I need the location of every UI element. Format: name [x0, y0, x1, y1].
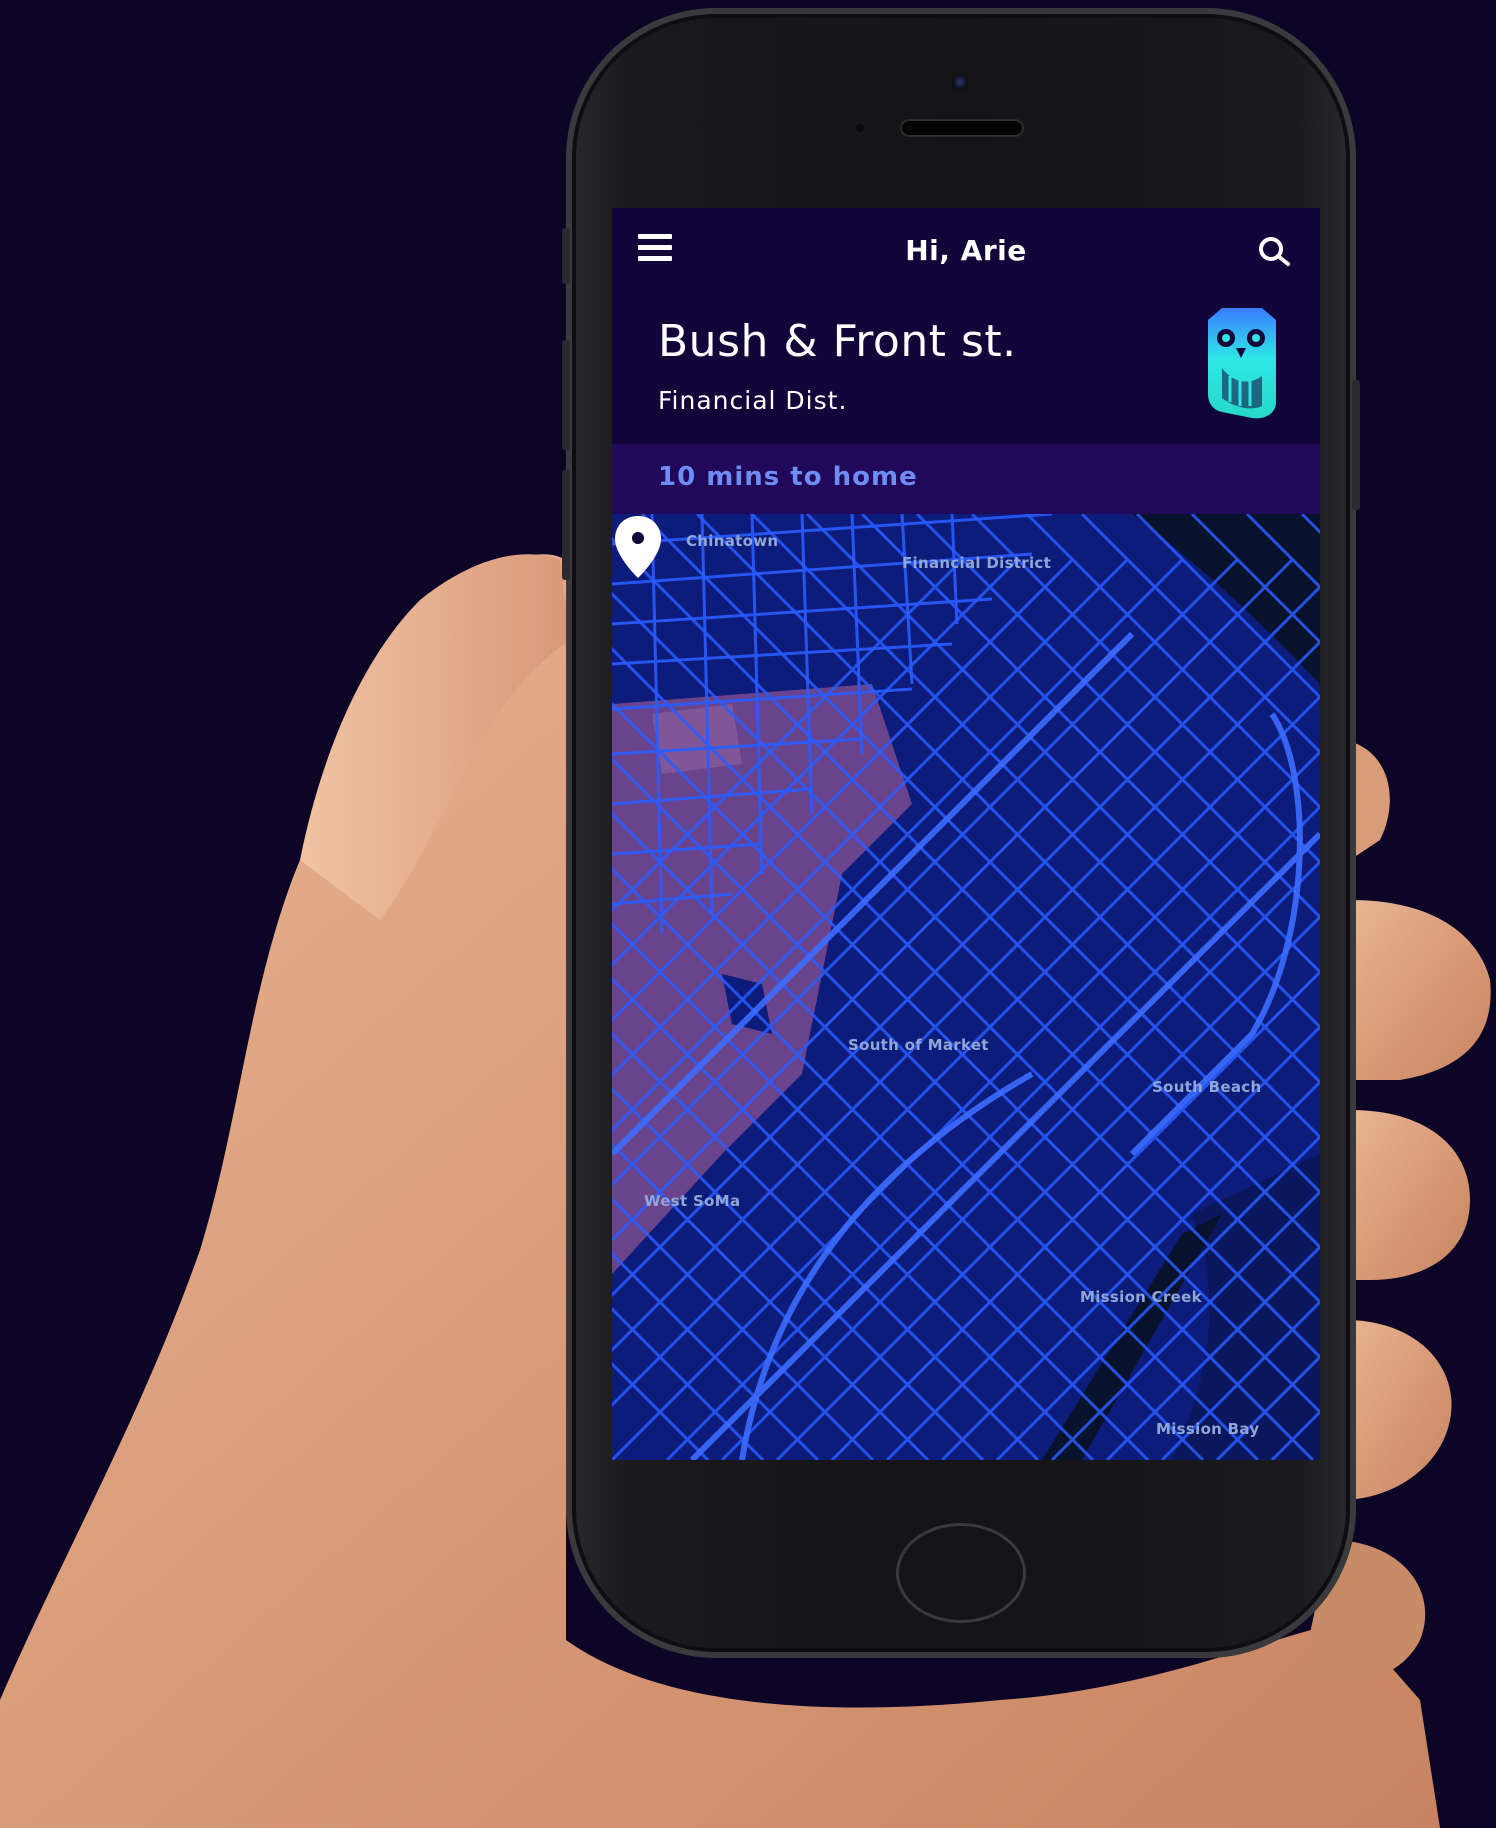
map-label-south-of-market: South of Market — [848, 1036, 989, 1054]
map-label-mission-bay: Mission Bay — [1156, 1420, 1260, 1438]
app-screen: Hi, Arie Bush & Front st. Financial Dist… — [612, 208, 1320, 1460]
home-button[interactable] — [896, 1523, 1026, 1623]
map-label-mission-creek: Mission Creek — [1080, 1288, 1202, 1306]
location-pin-icon[interactable] — [612, 514, 664, 580]
greeting-title: Hi, Arie — [905, 234, 1027, 267]
current-district: Financial Dist. — [658, 386, 848, 415]
proximity-sensor — [856, 124, 864, 132]
map-label-chinatown: Chinatown — [686, 532, 779, 550]
volume-up-button[interactable] — [562, 340, 570, 450]
mute-switch[interactable] — [562, 228, 570, 284]
current-street: Bush & Front st. — [658, 316, 1017, 367]
map-streets — [612, 514, 1320, 1460]
map-label-south-beach: South Beach — [1152, 1078, 1262, 1096]
power-button[interactable] — [1352, 380, 1360, 510]
front-camera — [952, 74, 968, 90]
top-bar: Hi, Arie — [612, 208, 1320, 298]
eta-bar[interactable]: 10 mins to home — [612, 444, 1320, 514]
earpiece-speaker — [900, 119, 1024, 137]
map-view[interactable]: Chinatown Financial District South of Ma… — [612, 514, 1320, 1460]
eta-text: 10 mins to home — [658, 462, 918, 492]
search-icon[interactable] — [1256, 234, 1294, 268]
map-label-west-soma: West SoMa — [644, 1192, 741, 1210]
scene: Hi, Arie Bush & Front st. Financial Dist… — [0, 0, 1496, 1828]
volume-down-button[interactable] — [562, 470, 570, 580]
owl-logo-icon — [1208, 308, 1276, 419]
map-label-financial-district: Financial District — [902, 554, 1052, 572]
